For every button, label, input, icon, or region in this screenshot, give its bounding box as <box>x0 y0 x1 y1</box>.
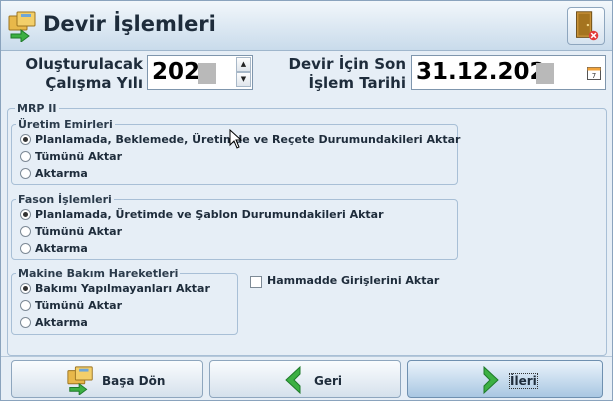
arrow-right-icon <box>483 365 499 395</box>
back-button[interactable]: Geri <box>209 360 401 398</box>
year-label-line1: Oluşturulacak <box>25 55 143 73</box>
home-label: Başa Dön <box>102 374 166 388</box>
option-label: Planlamada, Beklemede, Üretimde ve Reçet… <box>35 133 461 146</box>
option-label: Aktarma <box>35 316 88 329</box>
fason-option-1[interactable]: Planlamada, Üretimde ve Şablon Durumunda… <box>20 208 384 222</box>
home-button[interactable]: Başa Dön <box>11 360 203 398</box>
radio-button[interactable] <box>20 134 31 145</box>
fason-option-3[interactable]: Aktarma <box>20 242 88 256</box>
redacted-mask <box>198 63 216 84</box>
year-stepper[interactable]: 202 ▲ ▼ <box>147 55 253 90</box>
hammadde-label: Hammadde Girişlerini Aktar <box>267 274 440 287</box>
option-label: Tümünü Aktar <box>35 299 123 312</box>
back-label: Geri <box>314 374 343 388</box>
window-title: Devir İşlemleri <box>43 12 216 36</box>
option-label: Aktarma <box>35 242 88 255</box>
option-label: Tümünü Aktar <box>35 225 123 238</box>
uretim-option-2[interactable]: Tümünü Aktar <box>20 150 123 164</box>
uretim-legend: Üretim Emirleri <box>16 118 115 131</box>
option-label: Bakımı Yapılmayanları Aktar <box>35 282 210 295</box>
date-label-line1: Devir İçin Son <box>288 55 406 73</box>
next-label: İleri <box>509 373 538 389</box>
uretim-option-3[interactable]: Aktarma <box>20 167 88 181</box>
radio-button[interactable] <box>20 243 31 254</box>
year-label: Oluşturulacak Çalışma Yılı <box>9 55 143 93</box>
next-button[interactable]: İleri <box>407 360 603 398</box>
radio-button[interactable] <box>20 300 31 311</box>
hammadde-checkbox[interactable] <box>250 276 262 288</box>
bakim-option-3[interactable]: Aktarma <box>20 316 88 330</box>
fason-legend: Fason İşlemleri <box>16 193 114 206</box>
option-label: Tümünü Aktar <box>35 150 123 163</box>
mrp-legend: MRP II <box>15 102 59 115</box>
bakim-legend: Makine Bakım Hareketleri <box>16 267 181 280</box>
bakim-option-1[interactable]: Bakımı Yapılmayanları Aktar <box>20 282 210 296</box>
calendar-icon[interactable]: 7 <box>587 65 601 80</box>
footer-bar: Başa Dön Geri İleri <box>1 356 612 400</box>
year-spin-buttons: ▲ ▼ <box>236 57 251 88</box>
exit-button[interactable] <box>567 7 605 45</box>
redacted-mask <box>536 63 554 84</box>
mouse-cursor-icon <box>229 129 243 149</box>
spin-down-button[interactable]: ▼ <box>236 72 251 87</box>
radio-button[interactable] <box>20 226 31 237</box>
bakim-option-2[interactable]: Tümünü Aktar <box>20 299 123 313</box>
year-value: 202 <box>152 59 201 85</box>
radio-button[interactable] <box>20 151 31 162</box>
date-label: Devir İçin Son İşlem Tarihi <box>269 55 406 93</box>
option-label: Aktarma <box>35 167 88 180</box>
title-bar: Devir İşlemleri <box>1 1 612 51</box>
svg-text:7: 7 <box>592 72 596 80</box>
uretim-option-1[interactable]: Planlamada, Beklemede, Üretimde ve Reçet… <box>20 133 461 147</box>
fason-option-2[interactable]: Tümünü Aktar <box>20 225 123 239</box>
folders-transfer-icon <box>8 11 36 42</box>
radio-button[interactable] <box>20 283 31 294</box>
option-label: Planlamada, Üretimde ve Şablon Durumunda… <box>35 208 384 221</box>
radio-button[interactable] <box>20 209 31 220</box>
devir-window: Devir İşlemleri Oluşturulacak Çalışma Yı… <box>0 0 613 401</box>
date-field[interactable]: 31.12.202 7 <box>411 55 606 90</box>
arrow-left-icon <box>285 365 301 395</box>
date-label-line2: İşlem Tarihi <box>308 74 406 92</box>
folders-transfer-icon <box>67 366 93 395</box>
year-label-line2: Çalışma Yılı <box>45 74 143 92</box>
radio-button[interactable] <box>20 168 31 179</box>
radio-button[interactable] <box>20 317 31 328</box>
date-value: 31.12.202 <box>416 59 546 85</box>
spin-up-button[interactable]: ▲ <box>236 57 251 72</box>
exit-door-icon <box>576 11 599 41</box>
